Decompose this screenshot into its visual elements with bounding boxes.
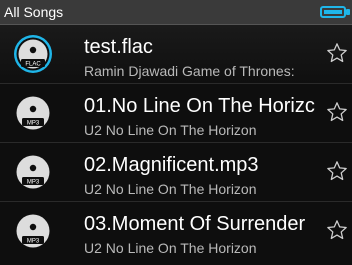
song-artist-album: Ramin Djawadi Game of Thrones: [84, 63, 295, 79]
flac-disc-icon: FLAC [14, 35, 52, 73]
song-row[interactable]: MP3 02.Magnificent.mp3 U2 No Line On The… [0, 143, 352, 202]
star-icon[interactable] [326, 42, 348, 64]
song-row[interactable]: MP3 03.Moment Of Surrender U2 No Line On… [0, 202, 352, 262]
mp3-disc-icon: MP3 [16, 214, 50, 248]
format-label: MP3 [27, 180, 40, 186]
song-list: FLAC test.flac Ramin Djawadi Game of Thr… [0, 25, 352, 262]
star-icon[interactable] [326, 219, 348, 241]
format-label: MP3 [27, 121, 40, 127]
mp3-disc-icon: MP3 [16, 96, 50, 130]
star-icon[interactable] [326, 101, 348, 123]
song-row[interactable]: FLAC test.flac Ramin Djawadi Game of Thr… [0, 25, 352, 84]
song-row[interactable]: MP3 01.No Line On The Horizc U2 No Line … [0, 84, 352, 143]
song-title: test.flac [84, 36, 153, 58]
header-title: All Songs [4, 4, 64, 20]
format-label: FLAC [25, 62, 41, 68]
header-bar: All Songs [0, 0, 352, 25]
battery-icon [320, 6, 346, 18]
song-title: 03.Moment Of Surrender [84, 213, 306, 235]
song-title: 02.Magnificent.mp3 [84, 154, 259, 176]
music-player-screen: All Songs FLAC test.flac Ramin Djawadi G… [0, 0, 352, 265]
mp3-disc-icon: MP3 [16, 155, 50, 189]
format-label: MP3 [27, 239, 40, 245]
song-artist-album: U2 No Line On The Horizon [84, 240, 257, 256]
song-artist-album: U2 No Line On The Horizon [84, 181, 257, 197]
song-artist-album: U2 No Line On The Horizon [84, 122, 257, 138]
battery-tip [346, 9, 350, 15]
star-icon[interactable] [326, 160, 348, 182]
song-title: 01.No Line On The Horizc [84, 95, 315, 117]
